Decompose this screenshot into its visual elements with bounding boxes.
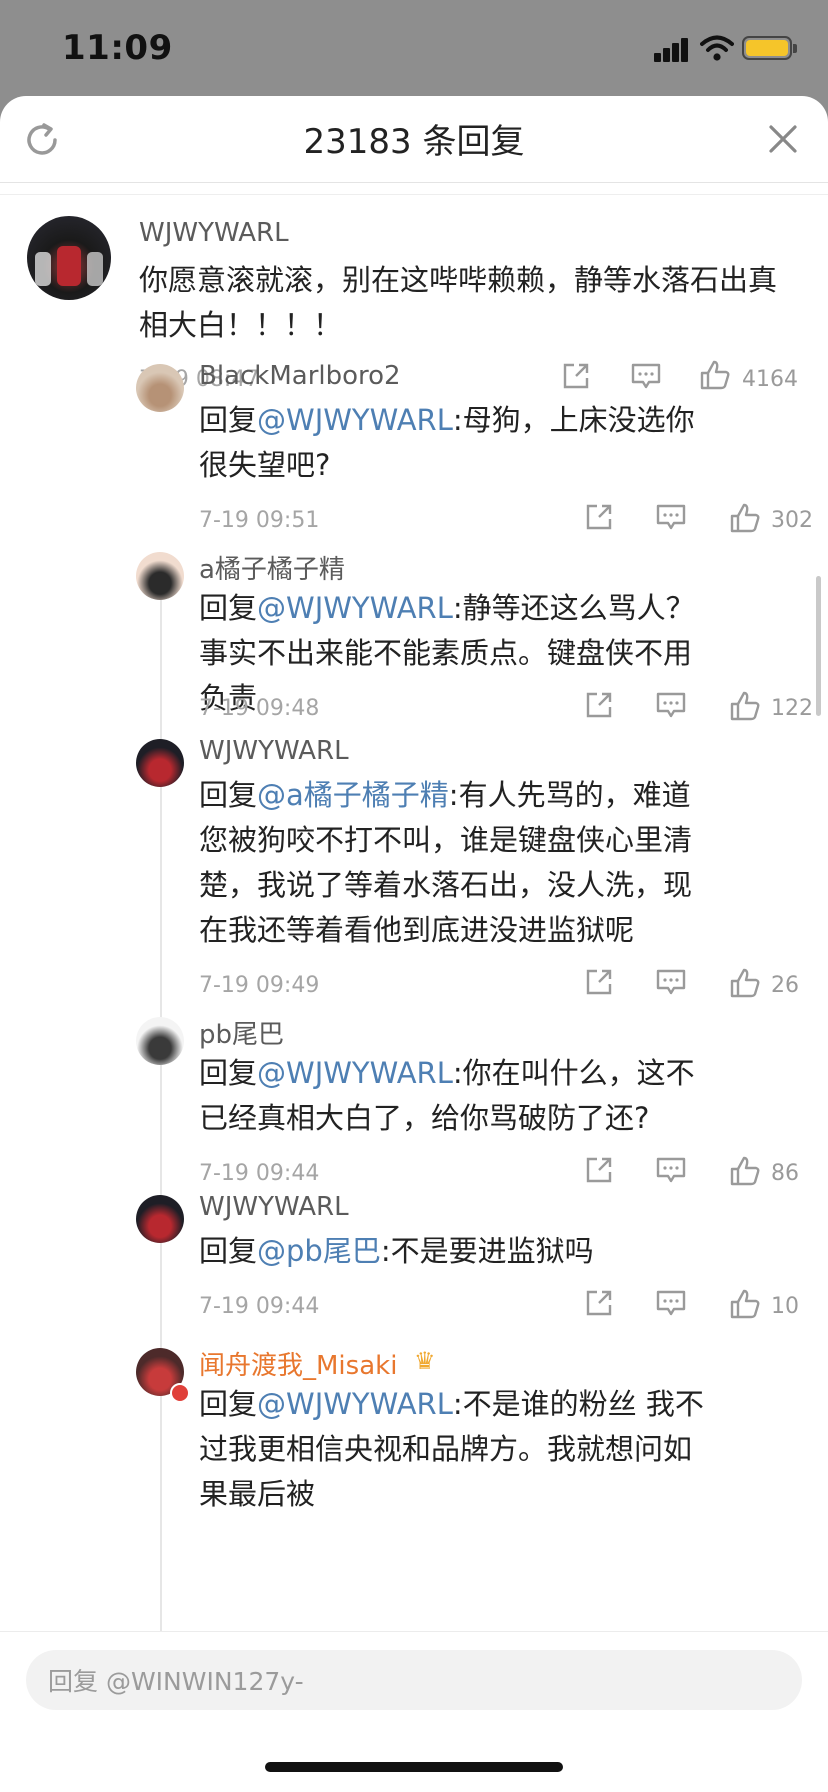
comment-icon[interactable] (630, 361, 662, 391)
reply-input[interactable] (46, 1650, 790, 1712)
mention-link[interactable]: @pb尾巴 (257, 1234, 381, 1268)
avatar[interactable] (136, 552, 184, 600)
avatar[interactable] (136, 1195, 184, 1243)
like-icon[interactable] (729, 1288, 761, 1320)
comment-username[interactable]: WJWYWARL (139, 218, 289, 248)
reply-username[interactable]: BlackMarlboro2 (199, 361, 401, 391)
reply-prefix: 回复 (199, 591, 258, 625)
like-count: 26 (771, 973, 799, 998)
reply-username[interactable]: WJWYWARL (199, 1192, 349, 1222)
wifi-icon (700, 35, 734, 61)
reply-text: 回复@WJWYWARL:你在叫什么，这不已经真相大白了，给你骂破防了还? (199, 1051, 719, 1141)
reply-content: :不是要进监狱吗 (380, 1234, 594, 1268)
mention-link[interactable]: @a橘子橘子精 (257, 778, 449, 812)
sheet-header: 23183 条回复 (0, 96, 828, 183)
close-icon[interactable] (766, 122, 800, 156)
avatar[interactable] (136, 1017, 184, 1065)
reply-prefix: 回复 (199, 778, 258, 812)
like-icon[interactable] (729, 1155, 761, 1187)
like-count: 4164 (742, 367, 798, 392)
share-icon[interactable] (561, 361, 591, 391)
reply-prefix: 回复 (199, 1234, 258, 1268)
like-count: 302 (771, 508, 813, 533)
share-icon[interactable] (584, 967, 614, 997)
share-icon[interactable] (584, 1155, 614, 1185)
like-icon[interactable] (729, 967, 761, 999)
header-divider (0, 194, 828, 195)
comment-text: 你愿意滚就滚，别在这哔哔赖赖，静等水落石出真相大白！！！！ (139, 263, 778, 342)
like-count: 86 (771, 1161, 799, 1186)
share-icon[interactable] (584, 1288, 614, 1318)
verified-badge-icon (170, 1383, 190, 1403)
reply-text: 回复@a橘子橘子精:有人先骂的，难道您被狗咬不打不叫，谁是键盘侠心里清楚，我说了… (199, 773, 719, 953)
like-icon[interactable] (729, 690, 761, 722)
reply-text: 回复@pb尾巴:不是要进监狱吗 (199, 1229, 719, 1274)
share-icon[interactable] (584, 502, 614, 532)
reply-username[interactable]: WJWYWARL (199, 736, 349, 766)
page-title: 23183 条回复 (303, 122, 525, 162)
reply-prefix: 回复 (199, 403, 258, 437)
avatar[interactable] (136, 739, 184, 787)
reply-text: 回复@WJWYWARL:不是谁的粉丝 我不过我更相信央视和品牌方。我就想问如果最… (199, 1382, 719, 1517)
reply-time: 7-19 09:44 (199, 1294, 320, 1319)
replies-sheet: 23183 条回复 WJWYWARL 你愿意滚就滚，别在这哔哔赖赖，静等水落石出… (0, 96, 828, 1792)
mention-link[interactable]: @WJWYWARL (257, 591, 453, 625)
comment-icon[interactable] (655, 1288, 687, 1318)
comment-icon[interactable] (655, 690, 687, 720)
share-icon[interactable] (584, 690, 614, 720)
reply-username[interactable]: 闻舟渡我_Misaki (199, 1345, 397, 1382)
reply-time: 7-19 09:48 (199, 696, 320, 721)
comment-icon[interactable] (655, 502, 687, 532)
reply-text: 回复@WJWYWARL:母狗，上床没选你很失望吧? (199, 398, 719, 488)
reply-input-bar (0, 1631, 828, 1792)
reply-prefix: 回复 (199, 1387, 258, 1421)
cellular-signal-icon (654, 38, 690, 62)
comment-icon[interactable] (655, 967, 687, 997)
mention-link[interactable]: @WJWYWARL (257, 1387, 453, 1421)
reply-time: 7-19 09:51 (199, 508, 320, 533)
avatar[interactable] (27, 216, 111, 300)
avatar[interactable] (136, 364, 184, 412)
mention-link[interactable]: @WJWYWARL (257, 1056, 453, 1090)
mention-link[interactable]: @WJWYWARL (257, 403, 453, 437)
reply-time: 7-19 09:49 (199, 973, 320, 998)
reply-username[interactable]: pb尾巴 (199, 1014, 284, 1051)
reply-prefix: 回复 (199, 1056, 258, 1090)
scrollbar[interactable] (816, 576, 821, 716)
battery-icon (742, 36, 797, 60)
like-count: 10 (771, 1294, 799, 1319)
reply-time: 7-19 09:44 (199, 1161, 320, 1186)
reply-input-box[interactable] (26, 1650, 802, 1712)
crown-icon: ♛ (414, 1347, 436, 1375)
like-count: 122 (771, 696, 813, 721)
home-indicator (265, 1762, 563, 1772)
status-time: 11:09 (62, 28, 173, 68)
status-bar: 11:09 (0, 0, 828, 100)
comment-icon[interactable] (655, 1155, 687, 1185)
like-icon[interactable] (699, 359, 731, 391)
reply-username[interactable]: a橘子橘子精 (199, 549, 345, 586)
like-icon[interactable] (729, 502, 761, 534)
